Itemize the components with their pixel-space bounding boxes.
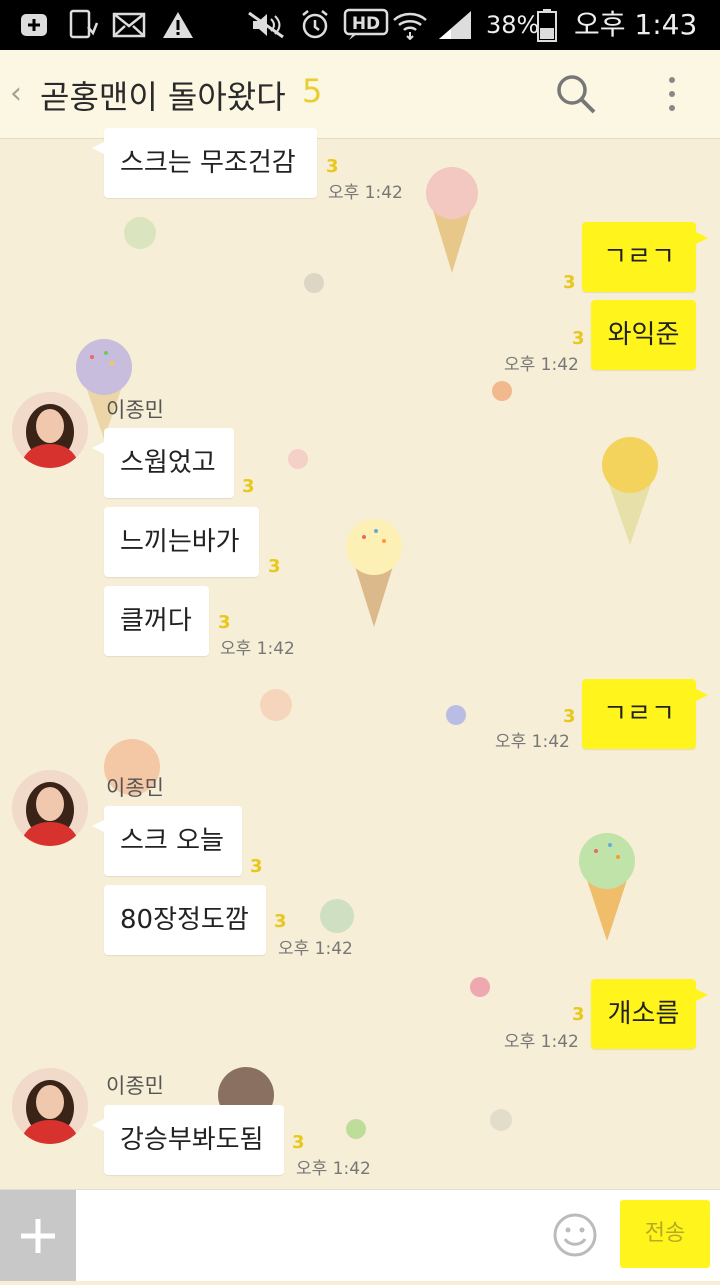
warning-icon	[160, 6, 196, 44]
ice-cream-decoration	[579, 833, 635, 941]
unread-count: 3	[572, 1004, 585, 1025]
status-bar: HD 38% 오후 1:43	[0, 0, 720, 50]
background-dot	[492, 381, 512, 401]
sender-name: 이종민	[106, 776, 164, 800]
hd-icon: HD	[342, 6, 390, 44]
message-bubble[interactable]: 개소름	[591, 979, 708, 1049]
message-bubble[interactable]: 강승부봐도됨	[92, 1105, 284, 1175]
background-dot	[320, 899, 354, 933]
message-bubble[interactable]: ㄱㄹㄱ	[582, 222, 708, 292]
message-bubble[interactable]: 80장정도깜	[104, 885, 266, 955]
unread-count: 3	[563, 272, 576, 293]
message-time: 오후 1:42	[278, 939, 353, 959]
background-dot	[346, 1119, 366, 1139]
mute-icon	[244, 6, 290, 44]
unread-count: 3	[242, 476, 255, 497]
message-bubble[interactable]: 스웝었고	[92, 428, 234, 498]
message-bubble[interactable]: ㄱㄹㄱ	[582, 679, 708, 749]
unread-count: 3	[274, 911, 287, 932]
background-dot	[288, 449, 308, 469]
alarm-icon	[298, 6, 332, 44]
unread-count: 3	[250, 856, 263, 877]
avatar[interactable]	[12, 770, 88, 846]
sender-name: 이종민	[106, 1074, 164, 1098]
message-bubble[interactable]: 와익준	[591, 300, 696, 370]
emoticon-icon[interactable]	[552, 1212, 598, 1258]
message-time: 오후 1:42	[504, 1032, 579, 1052]
background-dot	[124, 217, 156, 249]
unread-count: 3	[326, 156, 339, 177]
background-dot	[470, 977, 490, 997]
wifi-icon	[392, 6, 428, 44]
member-count: 5	[302, 72, 323, 110]
unread-count: 3	[572, 328, 585, 349]
background-dot	[260, 689, 292, 721]
ice-cream-decoration	[602, 437, 658, 545]
mail-icon	[112, 6, 146, 44]
send-button[interactable]: 전송	[620, 1200, 710, 1268]
back-button[interactable]: ‹	[10, 76, 22, 111]
message-input-bar	[0, 1189, 720, 1281]
message-time: 오후 1:42	[220, 639, 295, 659]
message-bubble[interactable]: 스크는 무조건감	[92, 128, 317, 198]
attach-button[interactable]	[0, 1190, 76, 1281]
svg-text:HD: HD	[352, 14, 380, 34]
unread-count: 3	[268, 556, 281, 577]
background-dot	[490, 1109, 512, 1131]
sender-name: 이종민	[106, 398, 164, 422]
battery-percent: 38%	[486, 11, 540, 39]
message-bubble[interactable]: 클꺼다	[104, 586, 209, 656]
ice-cream-decoration	[426, 167, 478, 273]
download-icon	[66, 6, 100, 44]
unread-count: 3	[563, 706, 576, 727]
message-time: 오후 1:42	[328, 183, 403, 203]
chat-header: ‹ 곧홍맨이 돌아왔다 5	[0, 50, 720, 139]
status-clock: 오후 1:43	[574, 8, 698, 41]
message-bubble[interactable]: 스크 오늘	[92, 806, 242, 876]
message-input[interactable]	[90, 1206, 534, 1266]
battery-icon	[536, 6, 558, 44]
chat-room-title: 곧홍맨이 돌아왔다	[40, 78, 286, 116]
signal-icon	[436, 6, 474, 44]
ice-cream-decoration	[346, 519, 402, 627]
message-time: 오후 1:42	[495, 732, 570, 752]
background-dot	[304, 273, 324, 293]
more-options-icon[interactable]	[660, 72, 684, 116]
unread-count: 3	[292, 1132, 305, 1153]
message-time: 오후 1:42	[504, 355, 579, 375]
avatar[interactable]	[12, 392, 88, 468]
unread-count: 3	[218, 612, 231, 633]
avatar[interactable]	[12, 1068, 88, 1144]
plus-icon	[18, 6, 50, 44]
message-time: 오후 1:42	[296, 1159, 371, 1179]
search-icon[interactable]	[554, 72, 598, 116]
message-bubble[interactable]: 느끼는바가	[104, 507, 259, 577]
background-dot	[446, 705, 466, 725]
